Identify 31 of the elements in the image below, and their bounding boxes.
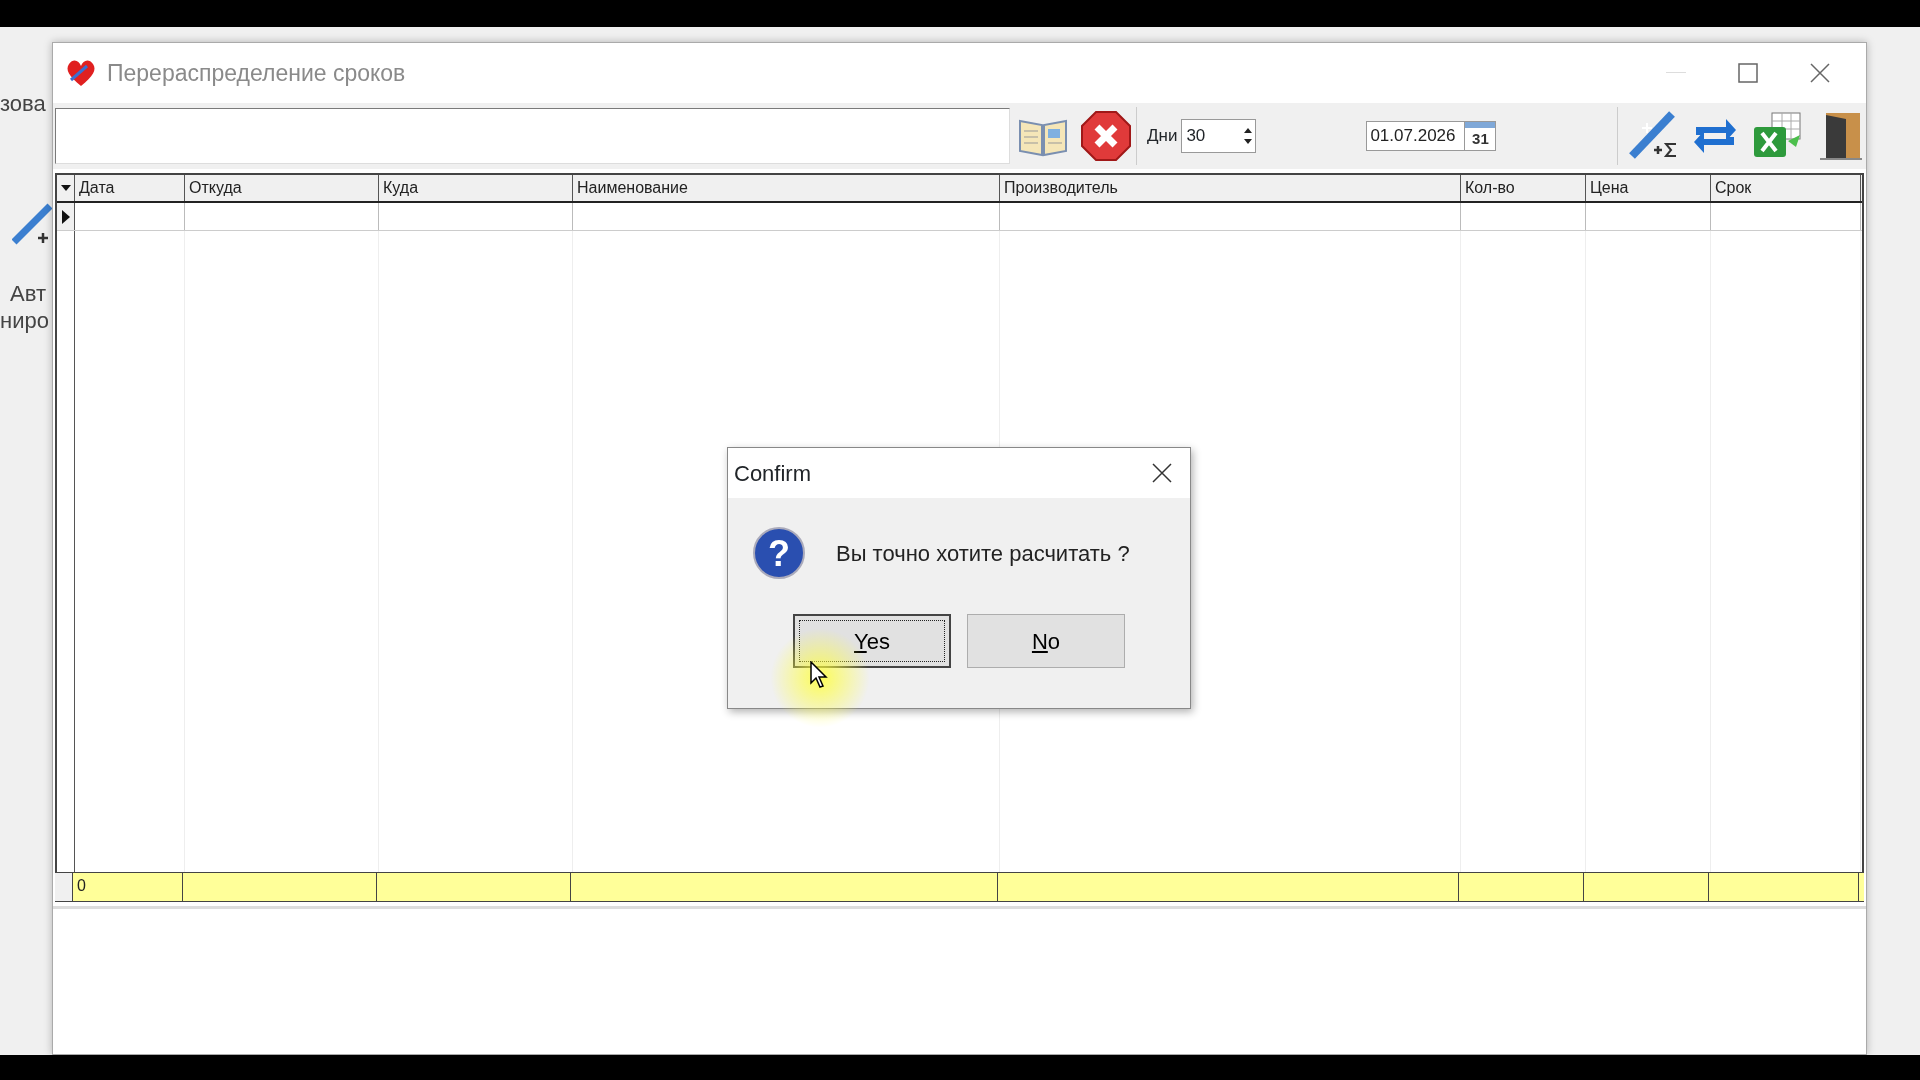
heart-icon <box>65 58 97 88</box>
days-label: Дни <box>1147 125 1178 148</box>
dialog-message: Вы точно хотите расчитать ? <box>836 539 1130 568</box>
days-spin-field[interactable]: 30 <box>1181 119 1257 153</box>
column-header[interactable]: Срок <box>1711 175 1861 201</box>
footer-total: 0 <box>73 873 183 901</box>
column-header[interactable]: Наименование <box>573 175 1000 201</box>
column-header[interactable]: Производитель <box>1000 175 1461 201</box>
cancel-icon[interactable] <box>1080 110 1132 162</box>
background-text: ниро <box>0 307 49 335</box>
background-text: Авт <box>10 280 46 308</box>
column-header[interactable]: Кол-во <box>1461 175 1586 201</box>
dialog-title: Confirm <box>734 459 811 488</box>
column-header[interactable]: Откуда <box>185 175 379 201</box>
column-header[interactable]: Дата <box>75 175 185 201</box>
dialog-button[interactable]: No <box>967 614 1125 668</box>
column-header[interactable]: Куда <box>379 175 573 201</box>
maximize-icon[interactable] <box>1738 63 1758 83</box>
sum-function-icon[interactable] <box>12 202 52 246</box>
date-field[interactable]: 01.07.2026 <box>1366 121 1465 151</box>
dropdown-caret-icon[interactable] <box>60 185 71 191</box>
dialog-button[interactable]: Yes <box>793 614 951 668</box>
calendar-icon[interactable]: 31 <box>1464 121 1497 151</box>
question-icon-glyph: ? <box>768 533 790 574</box>
mouse-pointer-icon <box>810 661 828 689</box>
close-icon[interactable] <box>1810 63 1830 83</box>
background-text: зова <box>0 90 46 118</box>
column-header[interactable]: Цена <box>1586 175 1711 201</box>
door-icon[interactable] <box>1818 111 1864 161</box>
close-icon[interactable] <box>1152 463 1172 483</box>
window-title: Перераспределение сроков <box>107 58 406 88</box>
